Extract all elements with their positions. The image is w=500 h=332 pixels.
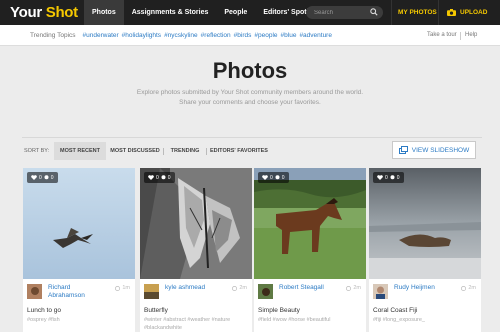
sort-most-discussed[interactable]: MOST DISCUSSED (110, 142, 160, 160)
sort-editors-favorites[interactable]: EDITORS' FAVORITES (210, 142, 268, 160)
avatar[interactable] (144, 284, 159, 299)
avatar[interactable] (27, 284, 42, 299)
photo-butterfly[interactable]: 0 0 (140, 168, 252, 279)
photo-osprey[interactable]: 0 0 (23, 168, 135, 279)
clock-icon (346, 285, 352, 291)
page-description-2: Share your comments and choose your favo… (179, 99, 321, 106)
stats-badge: 0 0 (144, 172, 175, 183)
user-name[interactable]: Robert Steagall (279, 284, 343, 292)
logo-text-b: Shot (45, 4, 78, 21)
avatar[interactable] (373, 284, 388, 299)
photo-age: 2m (346, 285, 361, 291)
heart-icon (148, 175, 154, 180)
comments-count: 0 (281, 174, 285, 181)
photo-card[interactable]: 0 0 Rudy Heijmen 2m Coral Coast Fiji #fi… (369, 168, 481, 332)
user-name[interactable]: kyle ashmead (165, 284, 229, 292)
trending-tag[interactable]: #reflection (201, 32, 231, 39)
sort-trending[interactable]: TRENDING (167, 142, 203, 160)
page-title: Photos (212, 58, 288, 83)
heart-icon (262, 175, 268, 180)
photo-tags[interactable]: #osprey #fish (27, 316, 132, 324)
search-input[interactable] (314, 9, 369, 16)
trending-tag[interactable]: #holidaylights (122, 32, 161, 39)
photo-age: 2m (461, 285, 476, 291)
sort-most-recent[interactable]: MOST RECENT (54, 142, 106, 160)
nav-people[interactable]: People (216, 0, 255, 25)
logo-text-a: Your (10, 4, 42, 21)
upload-label: UPLOAD (460, 9, 488, 16)
slideshow-label: VIEW SLIDESHOW (411, 146, 470, 154)
nav-photos[interactable]: Photos (84, 0, 124, 25)
likes-count: 0 (156, 174, 159, 181)
nav-assignments[interactable]: Assignments & Stories (124, 0, 217, 25)
user-name[interactable]: Richard Abrahamson (48, 284, 112, 300)
comment-icon (44, 175, 49, 180)
photo-tags[interactable]: #fiji #long_exposure_ (373, 316, 478, 324)
comment-icon (161, 175, 166, 180)
trending-tag[interactable]: #birds (234, 32, 252, 39)
photo-card[interactable]: 0 0 kyle ashmead 2m Butterfly #winter #a… (140, 168, 252, 332)
photo-title[interactable]: Coral Coast Fiji (373, 307, 417, 314)
stats-badge: 0 0 (373, 172, 404, 183)
age-text: 1m (122, 285, 130, 291)
age-text: 2m (239, 285, 247, 291)
search-icon[interactable] (370, 8, 378, 16)
comments-count: 0 (396, 174, 400, 181)
photo-tags[interactable]: #field #wow #horse #beautiful (258, 316, 363, 324)
heart-icon (377, 175, 383, 180)
comment-icon (275, 175, 280, 180)
slideshow-icon (398, 146, 408, 154)
clock-icon (461, 285, 467, 291)
photo-card[interactable]: 0 0 Robert Steagall 2m Simple Beauty #fi… (254, 168, 366, 332)
divider (460, 32, 461, 40)
stats-badge: 0 0 (27, 172, 58, 183)
camera-icon (447, 9, 456, 16)
trending-tag[interactable]: #adventure (299, 32, 332, 39)
photo-title[interactable]: Butterfly (144, 307, 168, 314)
take-a-tour-link[interactable]: Take a tour (427, 25, 457, 46)
age-text: 2m (353, 285, 361, 291)
search-box[interactable] (306, 6, 383, 19)
clock-icon (232, 285, 238, 291)
sort-bar: SORT BY: MOST RECENT MOST DISCUSSED TREN… (22, 137, 482, 162)
photo-card[interactable]: 0 0 Richard Abrahamson 1m Lunch to go #os… (23, 168, 135, 332)
photo-title[interactable]: Lunch to go (27, 307, 61, 314)
trending-tag[interactable]: #blue (281, 32, 297, 39)
photo-title[interactable]: Simple Beauty (258, 307, 300, 314)
photo-tags[interactable]: #winter #abstract #weather #nature #blac… (144, 316, 249, 332)
help-link[interactable]: Help (465, 25, 477, 46)
likes-count: 0 (270, 174, 273, 181)
view-slideshow-button[interactable]: VIEW SLIDESHOW (392, 141, 476, 159)
stats-badge: 0 0 (258, 172, 289, 183)
comments-count: 0 (167, 174, 171, 181)
avatar[interactable] (258, 284, 273, 299)
divider (163, 148, 164, 155)
heart-icon (31, 175, 37, 180)
page-description: Explore photos submitted by Your Shot co… (136, 89, 364, 96)
upload-button[interactable]: UPLOAD (438, 0, 495, 25)
likes-count: 0 (39, 174, 42, 181)
trending-tag[interactable]: #people (254, 32, 277, 39)
trending-bar: Trending Topics #underwater #holidayligh… (0, 25, 500, 46)
trending-tag[interactable]: #underwater (83, 32, 119, 39)
comment-icon (390, 175, 395, 180)
photo-horse[interactable]: 0 0 (254, 168, 366, 279)
logo[interactable]: Your Shot (10, 4, 84, 21)
comments-count: 0 (50, 174, 54, 181)
user-name-line2: Abrahamson (48, 292, 85, 299)
photo-age: 1m (115, 285, 130, 291)
divider (206, 148, 207, 155)
photo-age: 2m (232, 285, 247, 291)
photo-coral-coast[interactable]: 0 0 (369, 168, 481, 279)
likes-count: 0 (385, 174, 388, 181)
my-photos-link[interactable]: MY PHOTOS (391, 0, 443, 25)
user-name[interactable]: Rudy Heijmen (394, 284, 458, 292)
trending-tag[interactable]: #nycskyline (164, 32, 198, 39)
user-name-line1: Richard (48, 284, 71, 291)
age-text: 2m (468, 285, 476, 291)
clock-icon (115, 285, 121, 291)
sort-label: SORT BY: (24, 148, 50, 154)
trending-label: Trending Topics (30, 31, 76, 39)
